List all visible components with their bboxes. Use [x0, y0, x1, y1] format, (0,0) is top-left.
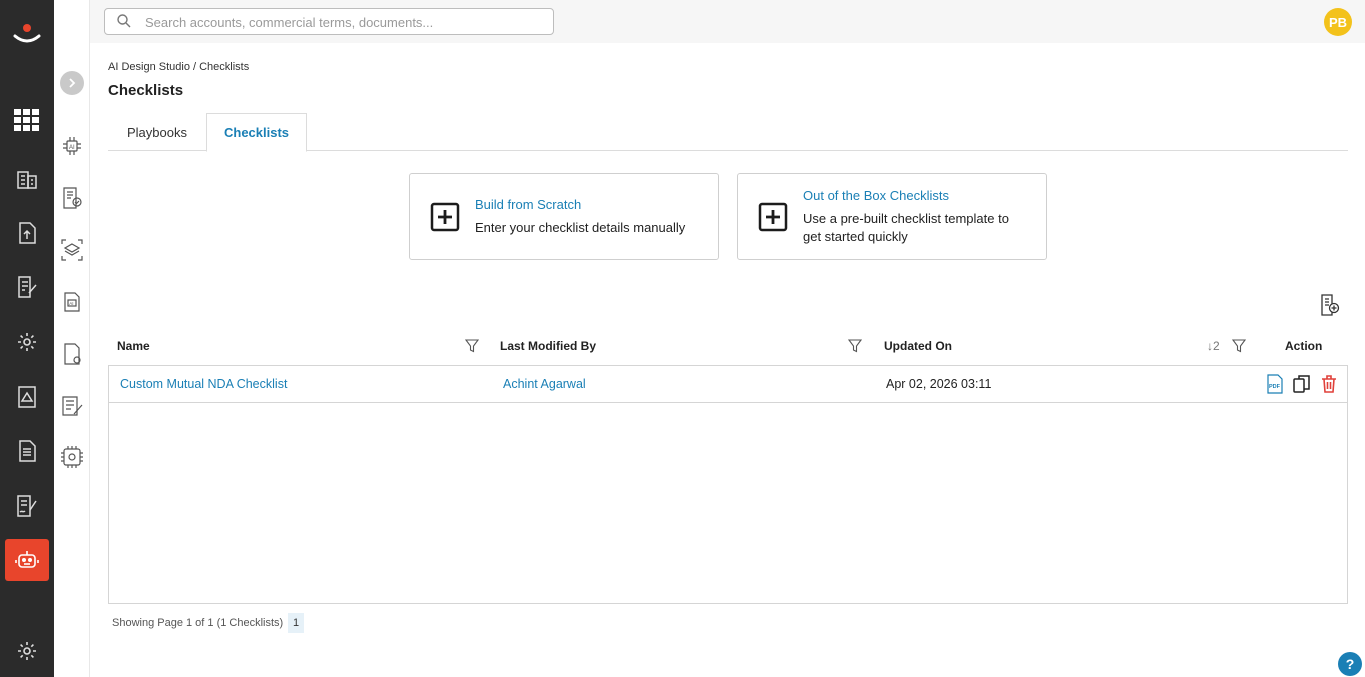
column-header-updated-on[interactable]: Updated On — [884, 339, 952, 353]
table-row: Custom Mutual NDA Checklist Achint Agarw… — [109, 366, 1347, 403]
page-title: Checklists — [108, 82, 184, 99]
page-number-button[interactable]: 1 — [288, 613, 304, 633]
upload-document-icon[interactable] — [13, 219, 41, 247]
expand-sidebar-button[interactable] — [60, 71, 84, 95]
checklist-name-link[interactable]: Custom Mutual NDA Checklist — [120, 377, 287, 391]
search-input[interactable] — [145, 13, 545, 31]
svg-text:PDF: PDF — [1269, 384, 1281, 390]
filter-icon[interactable] — [464, 339, 480, 353]
build-from-scratch-card[interactable]: Build from Scratch Enter your checklist … — [409, 173, 719, 260]
out-of-the-box-checklists-card[interactable]: Out of the Box Checklists Use a pre-buil… — [737, 173, 1047, 260]
updated-on-value: Apr 02, 2026 03:11 — [886, 377, 992, 391]
buildings-icon[interactable] — [13, 165, 41, 193]
table-header: Name Last Modified By Updated On ↓2 Acti… — [108, 331, 1348, 365]
card-title: Build from Scratch — [475, 197, 582, 212]
ai-assistant-robot-icon[interactable] — [5, 539, 49, 581]
edit-list-icon[interactable] — [59, 393, 85, 419]
column-header-name[interactable]: Name — [117, 339, 150, 353]
settings-gear-icon[interactable] — [13, 328, 41, 356]
card-description: Enter your checklist details manually — [475, 220, 686, 235]
tab-bar: Playbooks Checklists — [108, 113, 1348, 152]
ai-document-icon[interactable]: AI — [59, 289, 85, 315]
duplicate-icon[interactable] — [1292, 374, 1312, 394]
card-description: Use a pre-built checklist template to ge… — [803, 211, 1009, 244]
top-header: PB — [90, 0, 1365, 43]
help-button[interactable]: ? — [1338, 652, 1362, 676]
secondary-nav-rail: AI AI — [54, 0, 90, 677]
image-document-icon[interactable] — [13, 383, 41, 411]
column-header-action: Action — [1285, 339, 1323, 353]
report-document-icon[interactable] — [13, 437, 41, 465]
document-review-icon[interactable] — [59, 185, 85, 211]
sort-desc-icon[interactable]: ↓2 — [1207, 339, 1220, 353]
delete-icon[interactable] — [1319, 374, 1339, 394]
layers-scan-icon[interactable] — [59, 237, 85, 263]
breadcrumb: AI Design Studio / Checklists — [108, 61, 250, 73]
admin-settings-icon[interactable] — [13, 637, 41, 665]
search-icon — [117, 14, 131, 31]
document-settings-icon[interactable] — [59, 341, 85, 367]
card-title: Out of the Box Checklists — [803, 188, 949, 203]
user-avatar[interactable]: PB — [1324, 8, 1352, 36]
ai-circuit-icon[interactable]: AI — [59, 133, 85, 159]
apps-grid-icon[interactable] — [13, 106, 41, 134]
svg-text:AI: AI — [69, 145, 75, 151]
primary-nav-rail — [0, 0, 54, 677]
add-square-icon — [758, 202, 788, 232]
global-search[interactable] — [104, 8, 554, 35]
modified-by-link[interactable]: Achint Agarwal — [503, 377, 586, 391]
checklists-table: Custom Mutual NDA Checklist Achint Agarw… — [108, 365, 1348, 604]
column-settings-icon[interactable] — [1320, 294, 1340, 316]
brand-logo[interactable] — [12, 22, 42, 48]
chevron-right-icon — [69, 78, 76, 88]
pagination-summary: Showing Page 1 of 1 (1 Checklists) — [112, 617, 284, 629]
add-square-icon — [430, 202, 460, 232]
filter-icon[interactable] — [1231, 339, 1247, 353]
download-pdf-icon[interactable]: PDF — [1265, 374, 1285, 394]
filter-icon[interactable] — [847, 339, 863, 353]
edit-document-icon[interactable] — [13, 273, 41, 301]
chip-settings-icon[interactable] — [59, 444, 85, 470]
column-header-last-modified-by[interactable]: Last Modified By — [500, 339, 596, 353]
tab-playbooks[interactable]: Playbooks — [108, 113, 206, 151]
tab-checklists[interactable]: Checklists — [206, 113, 307, 152]
svg-text:AI: AI — [69, 301, 73, 306]
sign-document-icon[interactable] — [13, 492, 41, 520]
